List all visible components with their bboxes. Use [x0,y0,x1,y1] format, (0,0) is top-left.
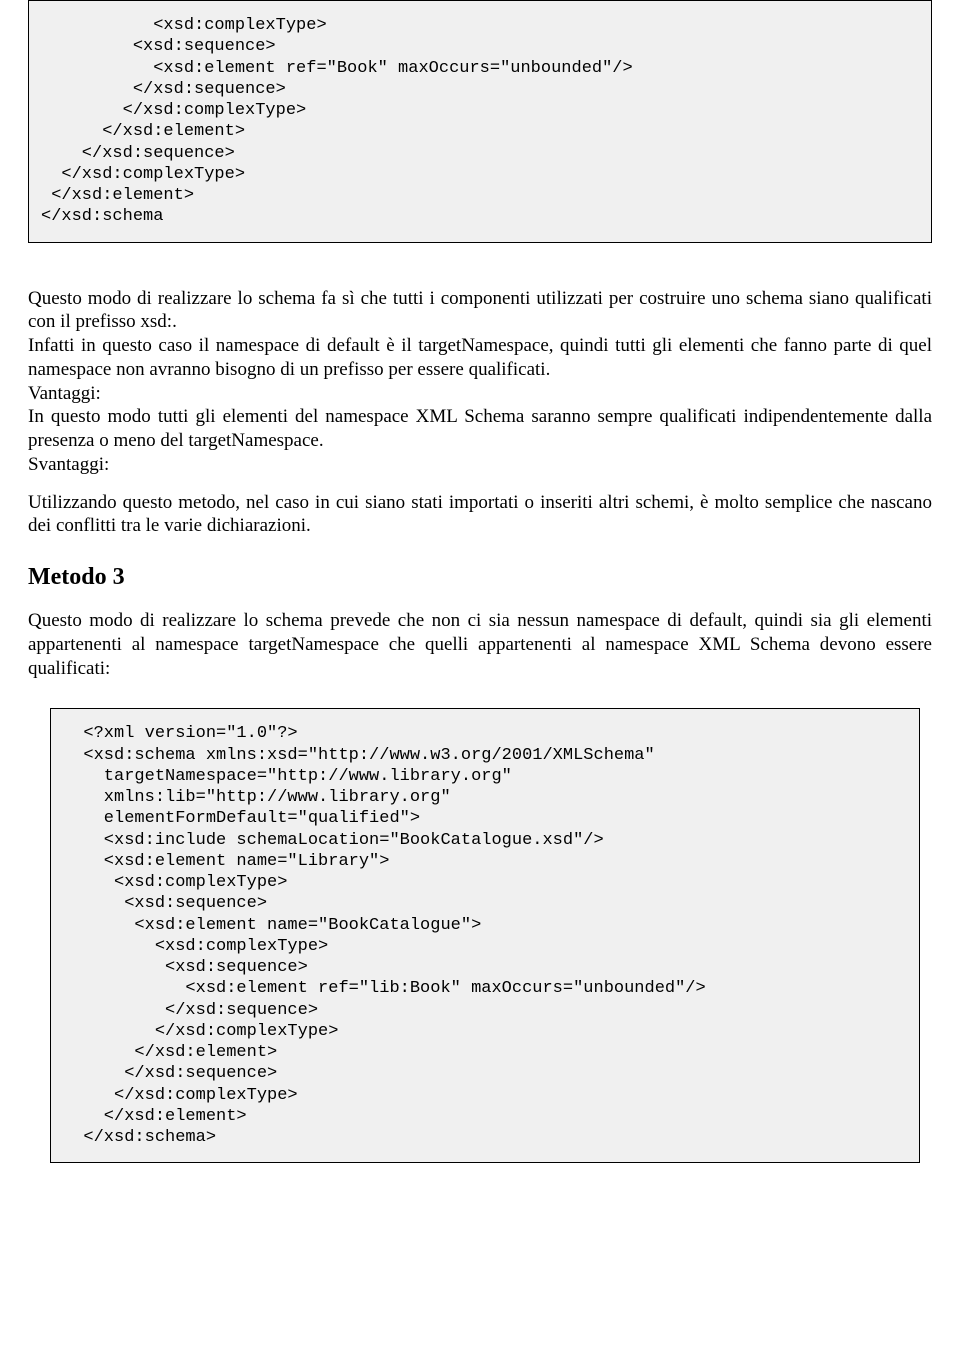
spacer [28,680,932,694]
document-page: <xsd:complexType> <xsd:sequence> <xsd:el… [0,0,960,1233]
code-block-2: <?xml version="1.0"?> <xsd:schema xmlns:… [50,708,920,1163]
code-block-1: <xsd:complexType> <xsd:sequence> <xsd:el… [28,0,932,243]
paragraph-2: Infatti in questo caso il namespace di d… [28,334,932,382]
disadvantages-label: Svantaggi: [28,453,932,477]
paragraph-1: Questo modo di realizzare lo schema fa s… [28,287,932,335]
code-text-2: <?xml version="1.0"?> <xsd:schema xmlns:… [63,723,907,1148]
spacer [28,694,932,708]
spacer [28,273,932,287]
paragraph-5: Utilizzando questo metodo, nel caso in c… [28,491,932,539]
advantages-label: Vantaggi: [28,382,932,406]
heading-metodo-3: Metodo 3 [28,564,932,591]
code-text-1: <xsd:complexType> <xsd:sequence> <xsd:el… [41,15,919,228]
paragraph-6: Questo modo di realizzare lo schema prev… [28,609,932,680]
paragraph-3: In questo modo tutti gli elementi del na… [28,405,932,453]
spacer [28,477,932,491]
